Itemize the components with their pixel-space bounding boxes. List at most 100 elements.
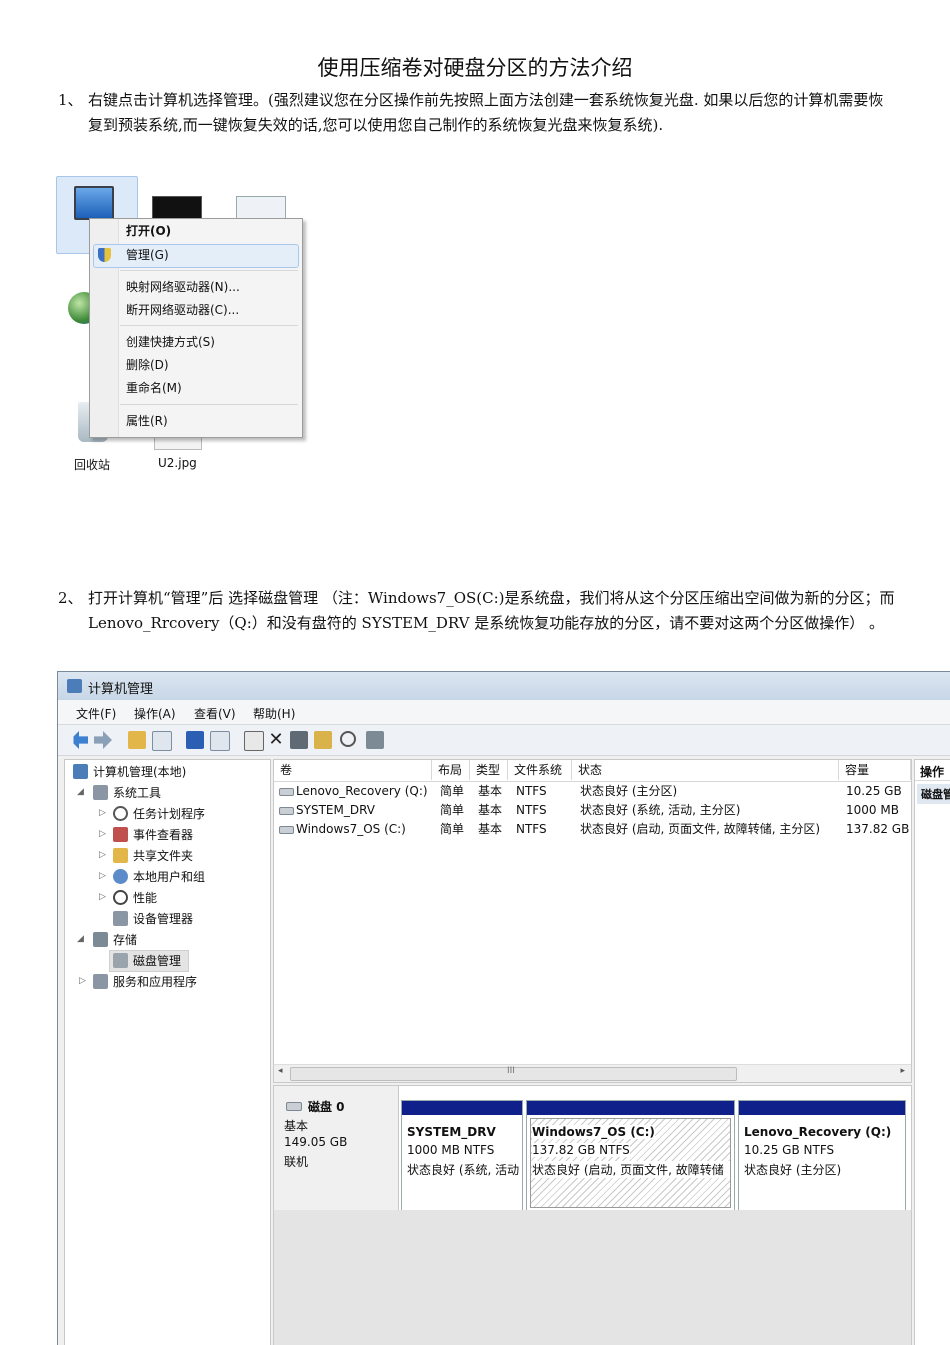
menu-view[interactable]: 查看(V) <box>194 705 236 722</box>
screenshot-context-menu: 回收站 U2.jpg 打开(O) 管理(G) 映射网络驱动器(N)... 断开网… <box>56 176 316 476</box>
services-icon <box>93 974 108 989</box>
column-header-filesystem[interactable]: 文件系统 <box>508 760 572 780</box>
cell-status: 状态良好 (主分区) <box>580 784 678 798</box>
scroll-left-arrow-icon[interactable]: ◂ <box>278 1066 283 1076</box>
column-header-layout[interactable]: 布局 <box>432 760 470 780</box>
image-file-icon[interactable] <box>236 196 286 220</box>
menu-separator <box>120 404 298 405</box>
column-header-volume[interactable]: 卷 <box>274 760 432 780</box>
tree-item-system-tools[interactable]: 系统工具 <box>93 783 161 803</box>
window-titlebar[interactable]: 计算机管理 <box>58 672 950 700</box>
drive-icon <box>279 807 294 815</box>
collapsed-arrow-icon[interactable]: ▷ <box>99 892 106 902</box>
cell-filesystem: NTFS <box>516 784 547 798</box>
forward-arrow-icon[interactable] <box>94 731 112 749</box>
partition-bar <box>527 1101 734 1115</box>
context-menu-highlight <box>93 244 299 268</box>
disk-type: 基本 <box>284 1119 309 1133</box>
cell-capacity: 1000 MB <box>846 803 899 817</box>
menu-item-manage[interactable]: 管理(G) <box>126 245 169 265</box>
menu-item-properties[interactable]: 属性(R) <box>126 411 168 431</box>
column-header-type[interactable]: 类型 <box>470 760 508 780</box>
menu-item-open[interactable]: 打开(O) <box>126 221 171 241</box>
partition-lenovo-recovery[interactable]: Lenovo_Recovery (Q:) 10.25 GB NTFS 状态良好 … <box>738 1100 906 1212</box>
toolbar: ✕ <box>58 725 950 756</box>
tree-item-device-manager[interactable]: 设备管理器 <box>113 909 193 929</box>
partition-windows7-os[interactable]: Windows7_OS (C:) 137.82 GB NTFS 状态良好 (启动… <box>526 1100 735 1212</box>
show-hide-action-icon[interactable] <box>210 731 230 751</box>
up-folder-icon[interactable] <box>128 731 146 749</box>
disk-management-icon <box>113 953 128 968</box>
step-2-paragraph: 2、 打开计算机“管理”后 选择磁盘管理 （注：Windows7_OS(C:)是… <box>58 586 898 662</box>
tree-item-local-users-groups[interactable]: 本地用户和组 <box>113 867 205 887</box>
disk-size: 149.05 GB <box>284 1135 348 1149</box>
storage-icon <box>93 932 108 947</box>
tree-item-services-apps[interactable]: 服务和应用程序 <box>93 972 197 992</box>
menu-file[interactable]: 文件(F) <box>76 705 116 722</box>
terminal-icon[interactable] <box>152 196 202 220</box>
tree-item-disk-management[interactable]: 磁盘管理 <box>113 951 181 971</box>
help-icon[interactable] <box>186 731 204 749</box>
disk-icon <box>286 1102 302 1111</box>
open-folder-icon[interactable] <box>314 731 332 749</box>
scrollbar-grip: III <box>507 1066 515 1076</box>
partition-bar <box>739 1101 905 1115</box>
cell-capacity: 10.25 GB <box>846 784 902 798</box>
menu-item-delete[interactable]: 删除(D) <box>126 355 169 375</box>
horizontal-scrollbar[interactable]: ◂ III ▸ <box>274 1064 911 1082</box>
partition-size: 10.25 GB NTFS <box>744 1143 835 1157</box>
menu-action[interactable]: 操作(A) <box>134 705 176 722</box>
back-arrow-icon[interactable] <box>70 731 88 749</box>
menu-item-create-shortcut[interactable]: 创建快捷方式(S) <box>126 332 215 352</box>
partition-bar <box>402 1101 522 1115</box>
tree-item-task-scheduler[interactable]: 任务计划程序 <box>113 804 205 824</box>
column-header-status[interactable]: 状态 <box>572 760 839 780</box>
tools-icon <box>93 785 108 800</box>
collapsed-arrow-icon[interactable]: ▷ <box>79 976 86 986</box>
partition-status: 状态良好 (系统, 活动 <box>407 1163 520 1177</box>
disk-0-label[interactable]: 磁盘 0 基本 149.05 GB 联机 <box>274 1086 399 1210</box>
partition-system-drv[interactable]: SYSTEM_DRV 1000 MB NTFS 状态良好 (系统, 活动 <box>401 1100 523 1212</box>
disk-status: 联机 <box>284 1155 309 1169</box>
partition-size: 1000 MB NTFS <box>407 1143 495 1157</box>
search-icon[interactable] <box>340 731 356 747</box>
computer-icon[interactable] <box>74 186 114 220</box>
partition-status: 状态良好 (启动, 页面文件, 故障转储 <box>532 1161 730 1178</box>
menu-item-disconnect-drive[interactable]: 断开网络驱动器(C)... <box>126 300 239 320</box>
scrollbar-thumb[interactable]: III <box>290 1066 737 1081</box>
properties-icon[interactable] <box>290 731 308 749</box>
cell-layout: 简单 <box>440 784 465 798</box>
delete-x-icon[interactable]: ✕ <box>267 731 285 749</box>
computer-management-window: 计算机管理 文件(F) 操作(A) 查看(V) 帮助(H) ✕ 计算机管理(本地… <box>57 671 950 1345</box>
performance-icon <box>113 890 128 905</box>
disk-properties-icon[interactable] <box>366 731 384 749</box>
collapsed-arrow-icon[interactable]: ▷ <box>99 871 106 881</box>
users-icon <box>113 869 128 884</box>
tree-item-computer-management[interactable]: 计算机管理(本地) <box>73 762 186 782</box>
cell-type: 基本 <box>478 784 503 798</box>
volume-list: 卷 布局 类型 文件系统 状态 容量 Lenovo_Recovery (Q:) … <box>273 759 912 1083</box>
tree-item-event-viewer[interactable]: 事件查看器 <box>113 825 193 845</box>
show-hide-tree-icon[interactable] <box>152 731 172 751</box>
column-header-capacity[interactable]: 容量 <box>839 760 911 780</box>
cell-volume: Lenovo_Recovery (Q:) <box>296 784 428 798</box>
menu-item-rename[interactable]: 重命名(M) <box>126 378 182 398</box>
menu-item-map-drive[interactable]: 映射网络驱动器(N)... <box>126 277 240 297</box>
expanded-arrow-icon[interactable]: ◢ <box>77 934 84 944</box>
navigation-tree: 计算机管理(本地) ◢ 系统工具 ▷ 任务计划程序 ▷ 事件查看器 ▷ 共享文件… <box>64 759 271 1345</box>
menu-help[interactable]: 帮助(H) <box>253 705 295 722</box>
partition-name: Lenovo_Recovery (Q:) <box>744 1125 892 1139</box>
collapsed-arrow-icon[interactable]: ▷ <box>99 808 106 818</box>
collapsed-arrow-icon[interactable]: ▷ <box>99 829 106 839</box>
collapsed-arrow-icon[interactable]: ▷ <box>99 850 106 860</box>
tree-item-storage[interactable]: 存储 <box>93 930 137 950</box>
tree-item-performance[interactable]: 性能 <box>113 888 157 908</box>
unallocated-area <box>274 1210 911 1345</box>
actions-item-disk-management[interactable]: 磁盘管 <box>921 786 950 802</box>
scroll-right-arrow-icon[interactable]: ▸ <box>900 1066 905 1076</box>
refresh-icon[interactable] <box>244 731 264 751</box>
cell-filesystem: NTFS <box>516 803 547 817</box>
tree-item-shared-folders[interactable]: 共享文件夹 <box>113 846 193 866</box>
device-manager-icon <box>113 911 128 926</box>
expanded-arrow-icon[interactable]: ◢ <box>77 787 84 797</box>
